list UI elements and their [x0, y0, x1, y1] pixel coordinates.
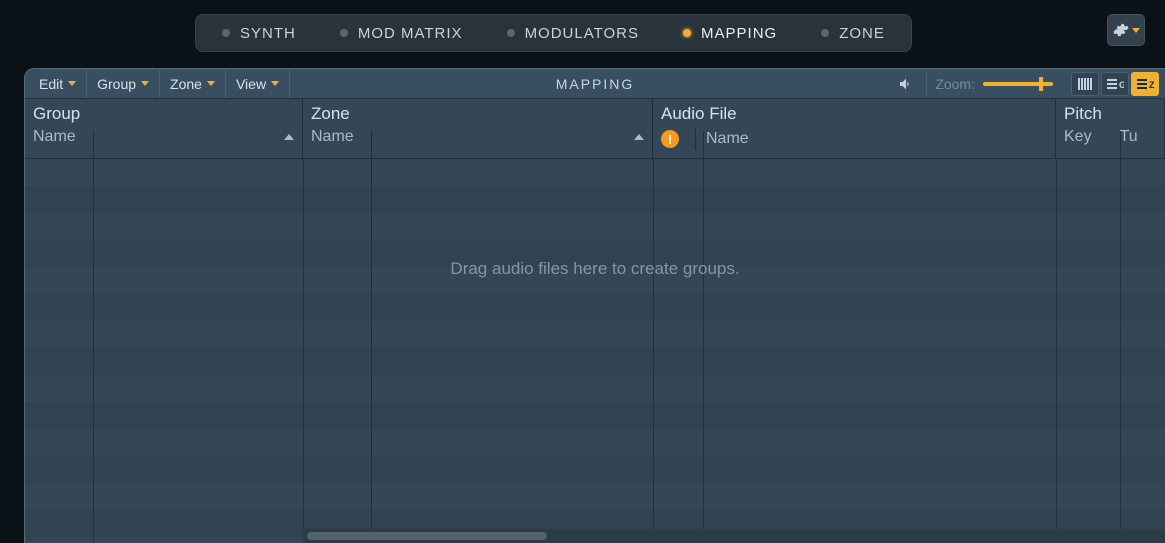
table-row	[25, 375, 1165, 402]
menu-group[interactable]: Group	[87, 70, 160, 98]
divider	[371, 131, 372, 158]
scrollbar-thumb[interactable]	[307, 532, 547, 540]
gear-icon	[1113, 22, 1129, 38]
tab-label: MODULATORS	[525, 25, 639, 42]
table-row	[25, 483, 1165, 510]
panel-title: MAPPING	[556, 76, 635, 92]
tab-label: MAPPING	[701, 25, 777, 42]
header-sub: Name	[706, 130, 749, 148]
chevron-down-icon	[68, 81, 76, 86]
menu-view[interactable]: View	[226, 70, 290, 98]
header-title: Audio File	[661, 104, 1047, 124]
horizontal-scrollbar[interactable]	[303, 529, 1165, 543]
tab-modulators[interactable]: MODULATORS	[485, 15, 661, 51]
divider	[1120, 131, 1121, 158]
menu-edit[interactable]: Edit	[29, 70, 87, 98]
header-title: Pitch	[1064, 104, 1156, 124]
header-sub: Name	[33, 128, 76, 146]
view-mode-buttons: G Z	[1071, 72, 1159, 96]
table-row	[25, 186, 1165, 213]
column-header-audio-file[interactable]: Audio File ! Name	[653, 99, 1056, 158]
settings-button[interactable]	[1107, 14, 1145, 46]
header-sub-tune: Tu	[1120, 128, 1138, 146]
view-zone-list-button[interactable]: Z	[1131, 72, 1159, 96]
header-sub: Name	[311, 128, 354, 146]
chevron-down-icon	[141, 81, 149, 86]
menu-label: Edit	[39, 76, 63, 92]
table-row	[25, 348, 1165, 375]
tab-mapping[interactable]: MAPPING	[661, 15, 799, 51]
warning-icon: !	[661, 130, 679, 148]
column-headers: Group Name Zone Name Audio File !	[25, 99, 1165, 159]
table-row	[25, 402, 1165, 429]
tab-mod-matrix[interactable]: MOD MATRIX	[318, 15, 485, 51]
table-row	[25, 456, 1165, 483]
table-row	[25, 429, 1165, 456]
sort-ascending-icon	[284, 134, 294, 140]
header-title: Group	[33, 104, 294, 124]
divider	[695, 128, 696, 150]
audition-toggle[interactable]	[895, 72, 927, 96]
slider-thumb-icon	[1039, 77, 1043, 91]
column-header-group[interactable]: Group Name	[25, 99, 303, 158]
zoom-slider[interactable]	[983, 82, 1053, 86]
speaker-icon	[897, 76, 915, 92]
column-header-pitch[interactable]: Pitch Key Tu	[1056, 99, 1165, 158]
chevron-down-icon	[207, 81, 215, 86]
row-stripes	[25, 159, 1165, 543]
group-list-icon: G	[1106, 77, 1124, 91]
table-row	[25, 321, 1165, 348]
menu-zone[interactable]: Zone	[160, 70, 226, 98]
chevron-down-icon	[1132, 28, 1140, 33]
panel-menubar: Edit Group Zone View MAPPING Zoom:	[25, 69, 1165, 99]
tabs-group: SYNTH MOD MATRIX MODULATORS MAPPING ZONE	[195, 14, 912, 52]
keymap-icon	[1077, 77, 1093, 91]
chevron-down-icon	[271, 81, 279, 86]
zoom-label: Zoom:	[935, 76, 975, 92]
menu-label: View	[236, 76, 266, 92]
status-dot-icon	[683, 29, 691, 37]
menu-label: Group	[97, 76, 136, 92]
view-group-list-button[interactable]: G	[1101, 72, 1129, 96]
svg-text:Z: Z	[1149, 80, 1154, 90]
table-row	[25, 159, 1165, 186]
menu-label: Zone	[170, 76, 202, 92]
menubar-right: Zoom: G Z	[895, 69, 1159, 99]
mapping-panel: Edit Group Zone View MAPPING Zoom:	[24, 68, 1165, 543]
svg-text:G: G	[1119, 80, 1124, 90]
table-row	[25, 213, 1165, 240]
header-sub-key: Key	[1064, 128, 1092, 146]
divider	[703, 131, 704, 158]
table-row	[25, 294, 1165, 321]
zone-list-body[interactable]: Drag audio files here to create groups.	[25, 159, 1165, 543]
tab-label: MOD MATRIX	[358, 25, 463, 42]
drag-drop-hint: Drag audio files here to create groups.	[450, 259, 739, 279]
tab-zone[interactable]: ZONE	[799, 15, 907, 51]
zone-list-icon: Z	[1136, 77, 1154, 91]
sort-ascending-icon	[634, 134, 644, 140]
header-title: Zone	[311, 104, 644, 124]
status-dot-icon	[222, 29, 230, 37]
view-keymap-button[interactable]	[1071, 72, 1099, 96]
column-header-zone[interactable]: Zone Name	[303, 99, 653, 158]
divider	[93, 131, 94, 158]
status-dot-icon	[340, 29, 348, 37]
status-dot-icon	[821, 29, 829, 37]
tab-label: ZONE	[839, 25, 885, 42]
status-dot-icon	[507, 29, 515, 37]
top-tab-bar: SYNTH MOD MATRIX MODULATORS MAPPING ZONE	[0, 14, 1165, 52]
tab-synth[interactable]: SYNTH	[200, 15, 318, 51]
tab-label: SYNTH	[240, 25, 296, 42]
